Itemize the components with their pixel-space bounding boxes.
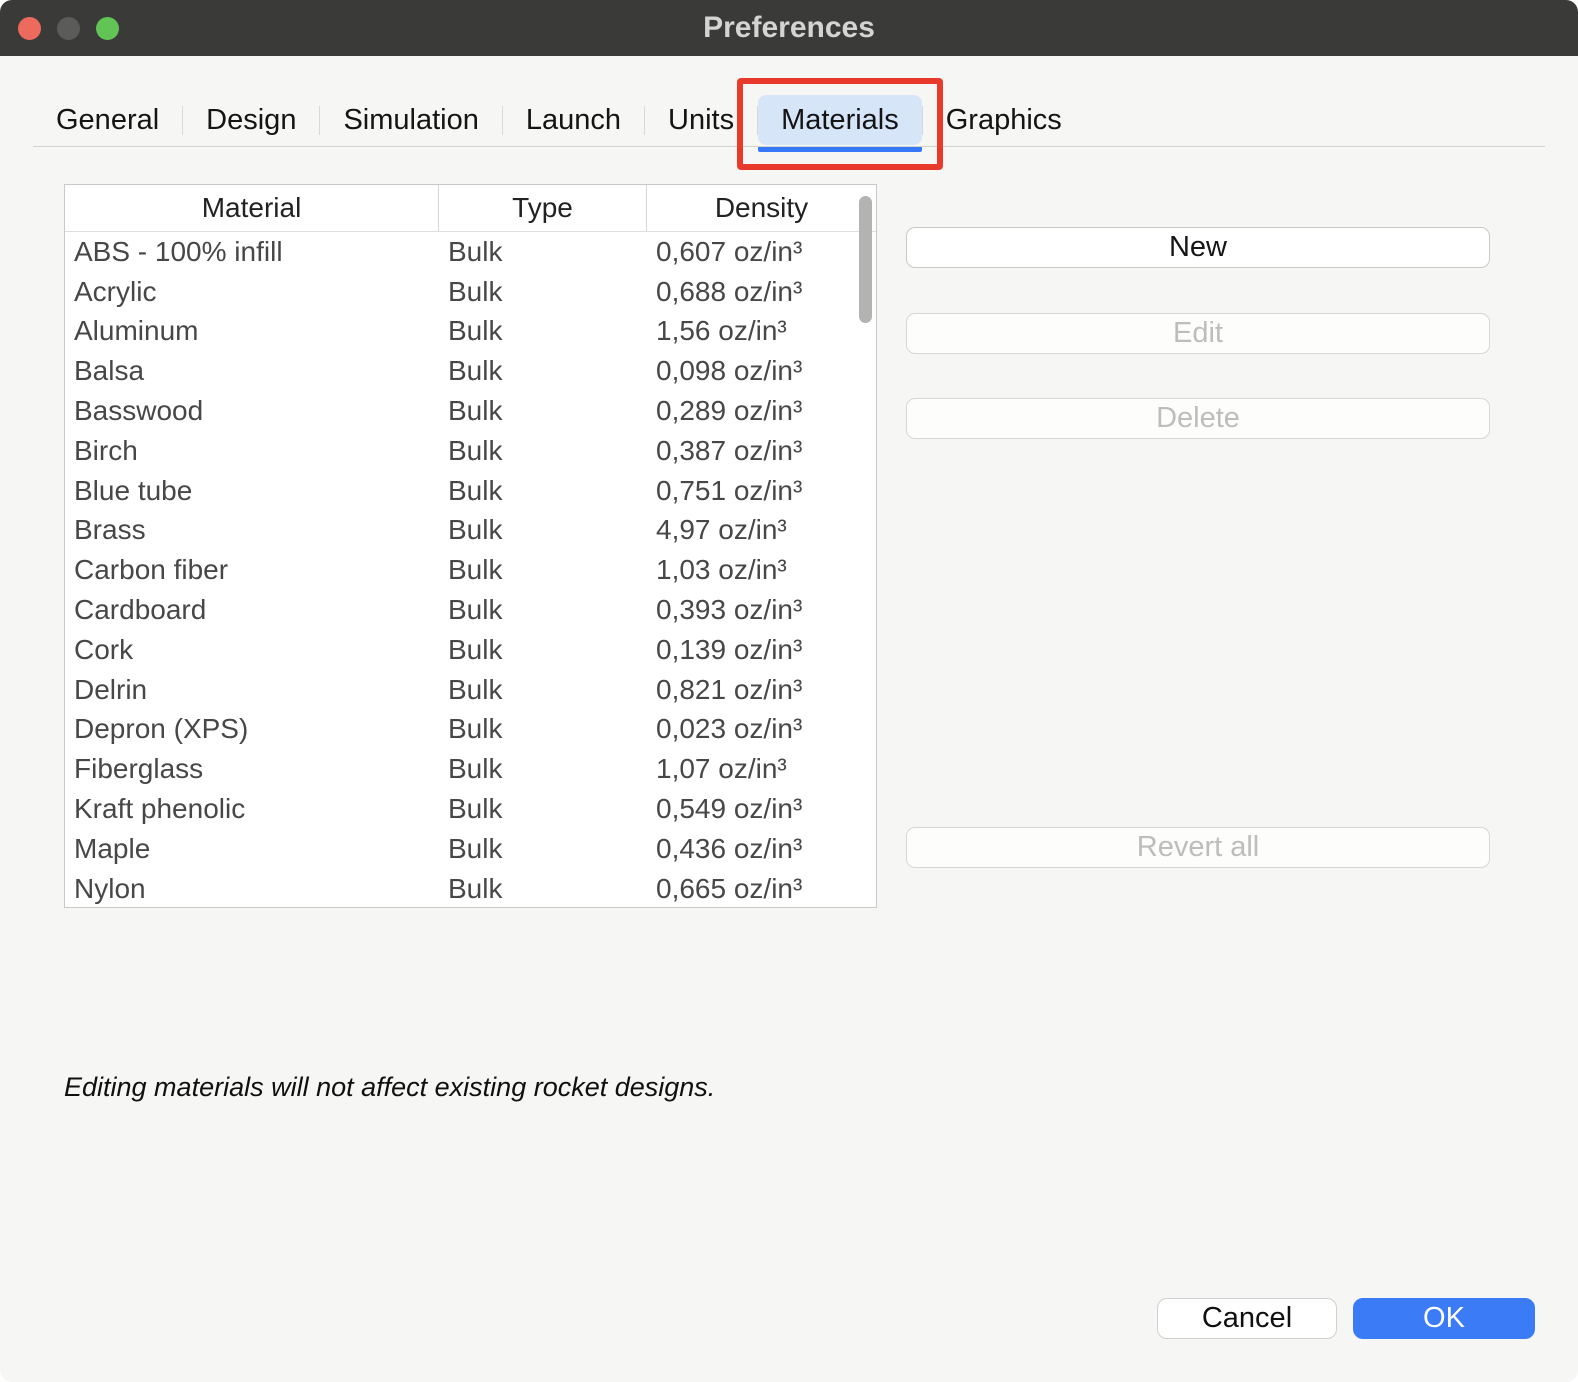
density-cell: 1,56 oz/in³ [647, 315, 876, 347]
density-cell: 0,688 oz/in³ [647, 276, 876, 308]
minimize-button[interactable] [57, 17, 80, 40]
type-cell: Bulk [439, 435, 647, 467]
table-row[interactable]: AcrylicBulk0,688 oz/in³ [65, 272, 876, 312]
ok-button[interactable]: OK [1353, 1298, 1535, 1339]
type-cell: Bulk [439, 315, 647, 347]
table-row[interactable]: MapleBulk0,436 oz/in³ [65, 829, 876, 869]
density-cell: 0,821 oz/in³ [647, 674, 876, 706]
type-cell: Bulk [439, 634, 647, 666]
titlebar: Preferences [0, 0, 1578, 56]
material-cell: ABS - 100% infill [65, 236, 439, 268]
table-header: Material Type Density [65, 185, 876, 232]
tab-launch[interactable]: Launch [503, 95, 644, 145]
table-row[interactable]: Carbon fiberBulk1,03 oz/in³ [65, 550, 876, 590]
density-cell: 0,436 oz/in³ [647, 833, 876, 865]
density-cell: 0,387 oz/in³ [647, 435, 876, 467]
table-row[interactable]: Kraft phenolicBulk0,549 oz/in³ [65, 789, 876, 829]
material-cell: Fiberglass [65, 753, 439, 785]
density-cell: 0,751 oz/in³ [647, 475, 876, 507]
delete-button[interactable]: Delete [906, 398, 1490, 439]
type-cell: Bulk [439, 236, 647, 268]
type-cell: Bulk [439, 793, 647, 825]
tab-design[interactable]: Design [183, 95, 319, 145]
type-cell: Bulk [439, 514, 647, 546]
table-row[interactable]: BalsaBulk0,098 oz/in³ [65, 351, 876, 391]
revert-all-button[interactable]: Revert all [906, 827, 1490, 868]
tab-units[interactable]: Units [645, 95, 757, 145]
materials-table: Material Type Density ABS - 100% infillB… [64, 184, 877, 908]
type-cell: Bulk [439, 713, 647, 745]
preferences-window: Preferences GeneralDesignSimulationLaunc… [0, 0, 1578, 1382]
tab-materials[interactable]: Materials [758, 95, 922, 145]
material-cell: Nylon [65, 873, 439, 905]
material-cell: Blue tube [65, 475, 439, 507]
table-row[interactable]: Depron (XPS)Bulk0,023 oz/in³ [65, 710, 876, 750]
table-row[interactable]: CorkBulk0,139 oz/in³ [65, 630, 876, 670]
density-cell: 1,07 oz/in³ [647, 753, 876, 785]
material-cell: Cork [65, 634, 439, 666]
type-cell: Bulk [439, 833, 647, 865]
material-cell: Birch [65, 435, 439, 467]
zoom-button[interactable] [96, 17, 119, 40]
material-cell: Delrin [65, 674, 439, 706]
type-cell: Bulk [439, 276, 647, 308]
table-row[interactable]: DelrinBulk0,821 oz/in³ [65, 670, 876, 710]
traffic-lights [18, 0, 119, 56]
cancel-button[interactable]: Cancel [1157, 1298, 1337, 1339]
tab-general[interactable]: General [33, 95, 182, 145]
table-row[interactable]: BasswoodBulk0,289 oz/in³ [65, 391, 876, 431]
vertical-scrollbar[interactable] [859, 196, 872, 323]
density-cell: 0,393 oz/in³ [647, 594, 876, 626]
type-cell: Bulk [439, 753, 647, 785]
window-title: Preferences [703, 11, 875, 45]
column-header-material[interactable]: Material [65, 185, 439, 231]
material-cell: Cardboard [65, 594, 439, 626]
table-body: ABS - 100% infillBulk0,607 oz/in³Acrylic… [65, 232, 876, 908]
edit-button[interactable]: Edit [906, 313, 1490, 354]
material-cell: Maple [65, 833, 439, 865]
tab-simulation[interactable]: Simulation [320, 95, 501, 145]
type-cell: Bulk [439, 475, 647, 507]
tab-bar: GeneralDesignSimulationLaunchUnitsMateri… [33, 95, 1085, 145]
type-cell: Bulk [439, 873, 647, 905]
table-row[interactable]: BrassBulk4,97 oz/in³ [65, 511, 876, 551]
density-cell: 0,098 oz/in³ [647, 355, 876, 387]
table-row[interactable]: AluminumBulk1,56 oz/in³ [65, 312, 876, 352]
column-header-density[interactable]: Density [647, 185, 876, 231]
table-row[interactable]: NylonBulk0,665 oz/in³ [65, 869, 876, 908]
table-row[interactable]: CardboardBulk0,393 oz/in³ [65, 590, 876, 630]
material-cell: Depron (XPS) [65, 713, 439, 745]
tab-graphics[interactable]: Graphics [923, 95, 1085, 145]
material-cell: Kraft phenolic [65, 793, 439, 825]
materials-note: Editing materials will not affect existi… [64, 1072, 715, 1103]
table-row[interactable]: FiberglassBulk1,07 oz/in³ [65, 749, 876, 789]
density-cell: 0,289 oz/in³ [647, 395, 876, 427]
type-cell: Bulk [439, 395, 647, 427]
material-cell: Aluminum [65, 315, 439, 347]
material-cell: Acrylic [65, 276, 439, 308]
close-button[interactable] [18, 17, 41, 40]
table-row[interactable]: Blue tubeBulk0,751 oz/in³ [65, 471, 876, 511]
density-cell: 1,03 oz/in³ [647, 554, 876, 586]
table-row[interactable]: BirchBulk0,387 oz/in³ [65, 431, 876, 471]
type-cell: Bulk [439, 554, 647, 586]
type-cell: Bulk [439, 674, 647, 706]
material-cell: Balsa [65, 355, 439, 387]
tab-bar-divider [33, 146, 1545, 147]
type-cell: Bulk [439, 355, 647, 387]
column-header-type[interactable]: Type [439, 185, 647, 231]
density-cell: 0,607 oz/in³ [647, 236, 876, 268]
annotation-highlight-box [737, 78, 943, 170]
density-cell: 0,139 oz/in³ [647, 634, 876, 666]
density-cell: 0,665 oz/in³ [647, 873, 876, 905]
table-row[interactable]: ABS - 100% infillBulk0,607 oz/in³ [65, 232, 876, 272]
new-button[interactable]: New [906, 227, 1490, 268]
type-cell: Bulk [439, 594, 647, 626]
material-cell: Basswood [65, 395, 439, 427]
material-cell: Carbon fiber [65, 554, 439, 586]
density-cell: 0,549 oz/in³ [647, 793, 876, 825]
density-cell: 0,023 oz/in³ [647, 713, 876, 745]
density-cell: 4,97 oz/in³ [647, 514, 876, 546]
material-cell: Brass [65, 514, 439, 546]
